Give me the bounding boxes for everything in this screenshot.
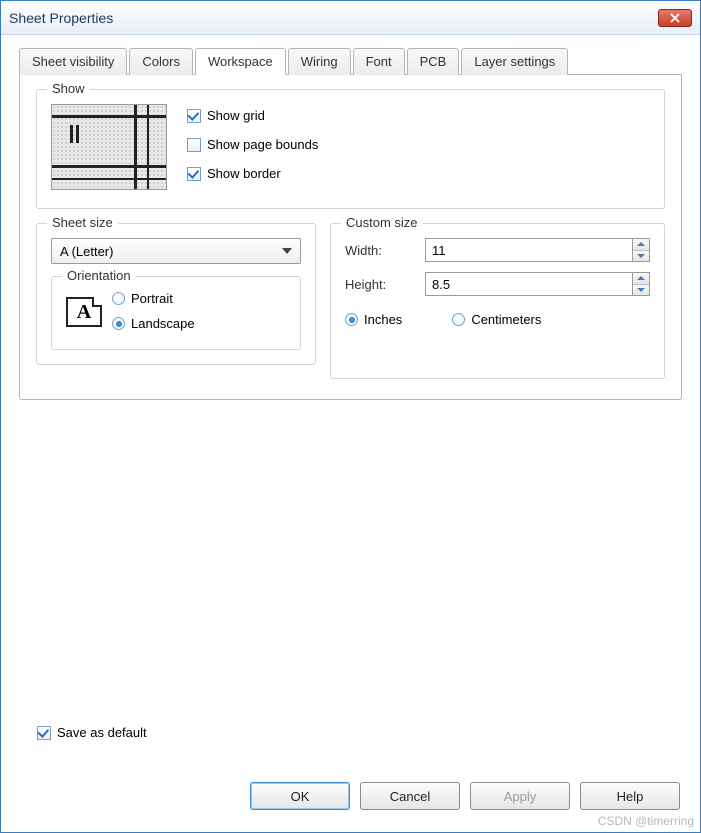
width-spin-up[interactable] bbox=[633, 239, 649, 251]
arrow-down-icon bbox=[637, 288, 645, 292]
portrait-label: Portrait bbox=[131, 291, 173, 306]
custom-size-legend: Custom size bbox=[341, 215, 423, 230]
width-spinner bbox=[425, 238, 650, 262]
chevron-down-icon bbox=[282, 248, 292, 254]
inches-label: Inches bbox=[364, 312, 402, 327]
show-legend: Show bbox=[47, 81, 90, 96]
grid-preview-thumbnail bbox=[51, 104, 167, 190]
show-border-row: Show border bbox=[187, 166, 318, 181]
arrow-up-icon bbox=[637, 276, 645, 280]
sheet-size-legend: Sheet size bbox=[47, 215, 118, 230]
custom-size-fieldset: Custom size Width: bbox=[330, 223, 665, 379]
centimeters-radio-circle bbox=[452, 313, 465, 326]
centimeters-radio[interactable]: Centimeters bbox=[452, 312, 541, 327]
save-as-default-checkbox[interactable] bbox=[37, 726, 51, 740]
apply-button[interactable]: Apply bbox=[470, 782, 570, 810]
save-as-default-label: Save as default bbox=[57, 725, 147, 740]
show-grid-label: Show grid bbox=[207, 108, 265, 123]
centimeters-label: Centimeters bbox=[471, 312, 541, 327]
show-border-checkbox[interactable] bbox=[187, 167, 201, 181]
save-as-default-row: Save as default bbox=[37, 725, 147, 740]
tab-colors[interactable]: Colors bbox=[129, 48, 193, 75]
window-title: Sheet Properties bbox=[9, 10, 658, 26]
orientation-icon: A bbox=[66, 297, 102, 327]
height-label: Height: bbox=[345, 277, 425, 292]
tab-strip: Sheet visibility Colors Workspace Wiring… bbox=[19, 47, 682, 75]
tab-font[interactable]: Font bbox=[353, 48, 405, 75]
content-area: Sheet visibility Colors Workspace Wiring… bbox=[1, 35, 700, 400]
show-border-label: Show border bbox=[207, 166, 281, 181]
height-spin-up[interactable] bbox=[633, 273, 649, 285]
landscape-radio-circle bbox=[112, 317, 125, 330]
sheet-size-dropdown[interactable]: A (Letter) bbox=[51, 238, 301, 264]
landscape-radio[interactable]: Landscape bbox=[112, 316, 195, 331]
tab-layer-settings[interactable]: Layer settings bbox=[461, 48, 568, 75]
arrow-up-icon bbox=[637, 242, 645, 246]
arrow-down-icon bbox=[637, 254, 645, 258]
orientation-fieldset: Orientation A Portrait bbox=[51, 276, 301, 350]
orientation-legend: Orientation bbox=[62, 268, 136, 283]
show-page-bounds-label: Show page bounds bbox=[207, 137, 318, 152]
titlebar: Sheet Properties bbox=[1, 1, 700, 35]
tab-workspace[interactable]: Workspace bbox=[195, 48, 286, 75]
height-spin-down[interactable] bbox=[633, 285, 649, 296]
dialog-buttons: OK Cancel Apply Help bbox=[250, 782, 680, 810]
width-spin-down[interactable] bbox=[633, 251, 649, 262]
help-button[interactable]: Help bbox=[580, 782, 680, 810]
show-grid-checkbox[interactable] bbox=[187, 109, 201, 123]
tab-pcb[interactable]: PCB bbox=[407, 48, 460, 75]
close-icon bbox=[670, 13, 680, 23]
inches-radio-circle bbox=[345, 313, 358, 326]
ok-button[interactable]: OK bbox=[250, 782, 350, 810]
sheet-size-value: A (Letter) bbox=[60, 244, 113, 259]
close-button[interactable] bbox=[658, 9, 692, 27]
height-spinner bbox=[425, 272, 650, 296]
tab-wiring[interactable]: Wiring bbox=[288, 48, 351, 75]
portrait-radio-circle bbox=[112, 292, 125, 305]
sheet-size-fieldset: Sheet size A (Letter) Orientation A bbox=[36, 223, 316, 365]
tab-sheet-visibility[interactable]: Sheet visibility bbox=[19, 48, 127, 75]
landscape-label: Landscape bbox=[131, 316, 195, 331]
width-input[interactable] bbox=[425, 238, 632, 262]
portrait-radio[interactable]: Portrait bbox=[112, 291, 195, 306]
dialog-window: Sheet Properties Sheet visibility Colors… bbox=[0, 0, 701, 833]
watermark-text: CSDN @timerring bbox=[598, 814, 694, 828]
show-page-bounds-row: Show page bounds bbox=[187, 137, 318, 152]
inches-radio[interactable]: Inches bbox=[345, 312, 402, 327]
show-grid-row: Show grid bbox=[187, 108, 318, 123]
show-page-bounds-checkbox[interactable] bbox=[187, 138, 201, 152]
workspace-panel: Show Show gr bbox=[19, 75, 682, 400]
cancel-button[interactable]: Cancel bbox=[360, 782, 460, 810]
width-label: Width: bbox=[345, 243, 425, 258]
show-fieldset: Show Show gr bbox=[36, 89, 665, 209]
height-input[interactable] bbox=[425, 272, 632, 296]
